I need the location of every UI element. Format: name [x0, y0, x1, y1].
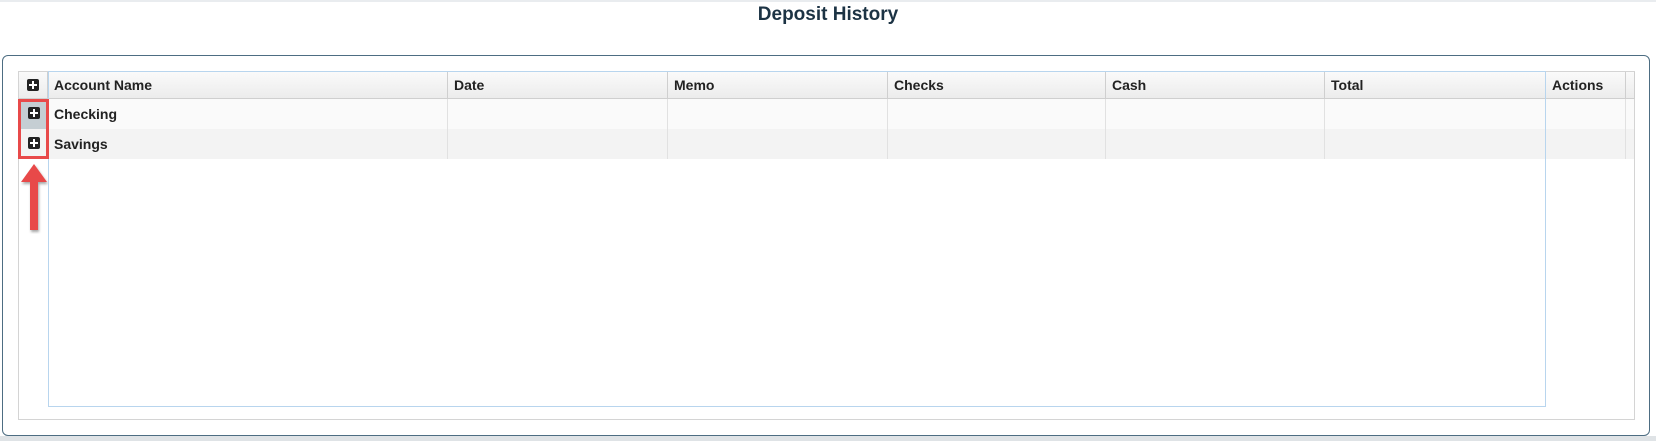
expand-all-icon[interactable]	[27, 79, 39, 91]
cell-actions[interactable]	[1546, 129, 1626, 159]
bottom-divider	[0, 436, 1656, 441]
expand-row-checking-icon[interactable]	[28, 107, 40, 119]
page-title: Deposit History	[757, 4, 899, 25]
grid-body	[48, 71, 1546, 407]
top-divider	[0, 0, 1656, 2]
header-scroll-spacer	[1626, 72, 1635, 99]
up-arrow-icon	[21, 164, 47, 230]
expand-row-savings-icon[interactable]	[28, 137, 40, 149]
deposit-history-page: Deposit History Account Name Date Memo C…	[0, 0, 1656, 441]
expand-all-header[interactable]	[19, 72, 48, 99]
column-header-actions[interactable]: Actions	[1546, 72, 1626, 99]
cell-actions[interactable]	[1546, 99, 1626, 129]
